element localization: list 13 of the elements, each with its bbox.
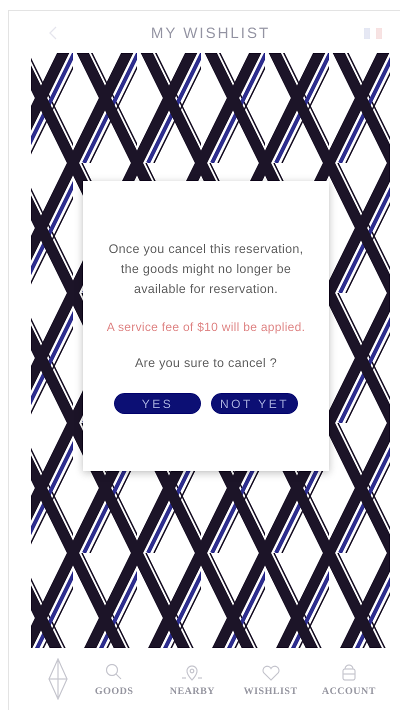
nav-tab[interactable]: ACCOUNT <box>310 662 388 696</box>
nav-tab[interactable]: WISHLIST <box>232 662 310 696</box>
confirm-question: Are you sure to cancel ? <box>135 355 277 372</box>
diamond-logo-icon[interactable] <box>47 658 69 700</box>
nav-tab[interactable]: GOODS <box>75 662 154 696</box>
back-icon[interactable] <box>49 26 57 40</box>
warning-message: Once you cancel this reservation, the goods might no longer be available for reservation. <box>108 241 304 298</box>
not-yet-button[interactable]: NOT YET <box>211 393 298 414</box>
fee-notice: A service fee of $10 will be applied. <box>106 319 306 336</box>
nav-tab[interactable]: NEARBY <box>153 662 232 696</box>
yes-button[interactable]: YES <box>114 393 201 414</box>
page-title: MY WISHLIST <box>150 24 270 42</box>
flag-icon[interactable] <box>364 28 382 38</box>
